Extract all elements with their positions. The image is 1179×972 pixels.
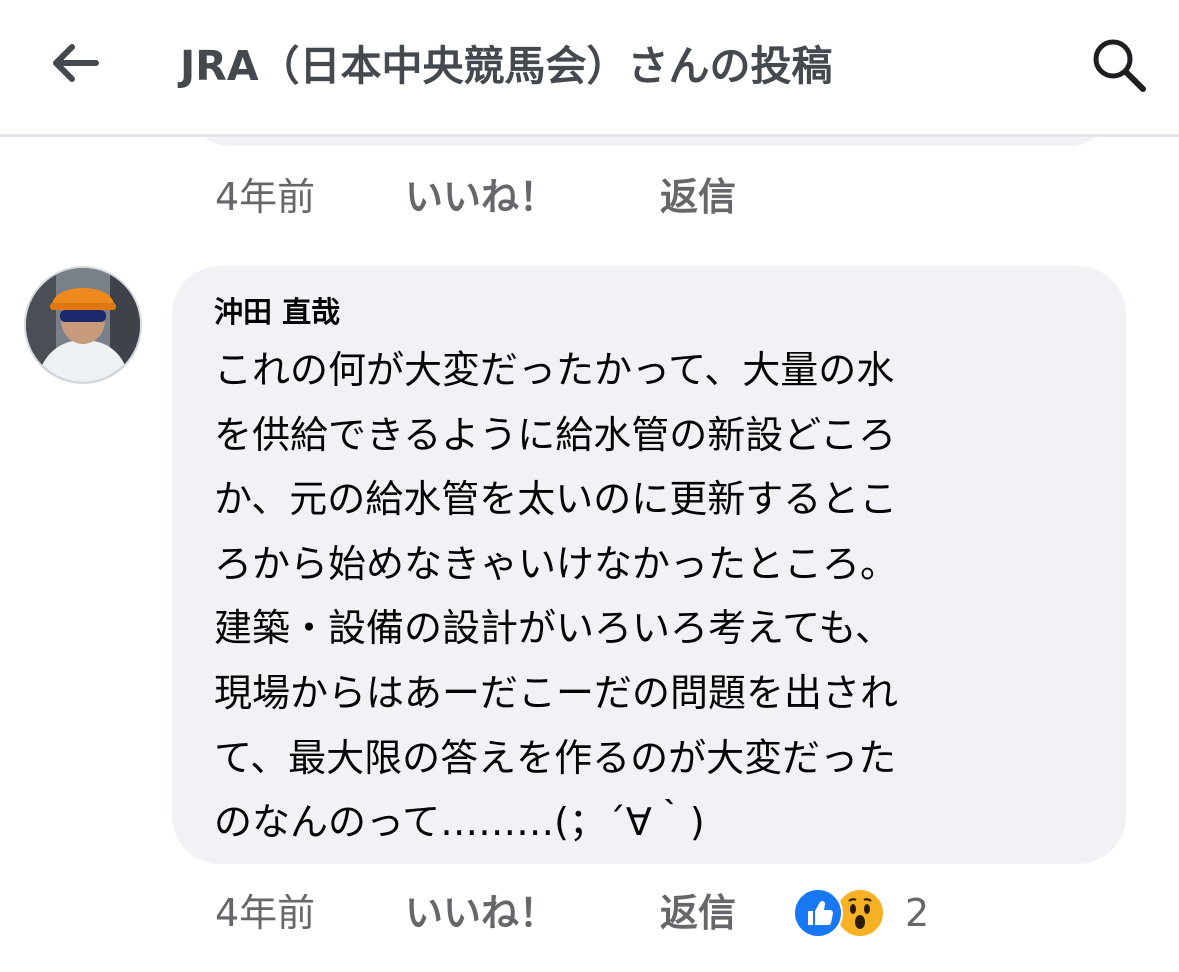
search-icon — [1093, 39, 1146, 92]
comment-line: これの何が大変だったかって、大量の水 — [214, 348, 895, 392]
back-button[interactable] — [44, 38, 104, 88]
comment-text: これの何が大変だったかって、大量の水 を供給できるように給水管の新設どころ か、… — [214, 338, 1074, 855]
comment-line: 現場からはあーだこーだの問題を出され — [214, 670, 899, 715]
comment-line: て、最大限の答えを作るのが大変だった — [214, 735, 897, 780]
back-arrow-icon — [53, 44, 99, 82]
reply-button[interactable]: 返信 — [660, 888, 736, 938]
like-button[interactable]: いいね！ — [405, 888, 557, 938]
search-button[interactable] — [1088, 34, 1150, 96]
reply-button[interactable]: 返信 — [660, 172, 736, 222]
comment-line: のなんのって………(；´∀｀) — [214, 800, 705, 845]
like-reaction-icon — [793, 888, 843, 938]
comment-line: を供給できるように給水管の新設どころ — [214, 412, 897, 457]
comment-line: 建築・設備の設計がいろいろ考えても、 — [214, 606, 894, 651]
avatar-photo — [26, 268, 140, 382]
comment-line: か、元の給水管を太いのに更新するとこ — [214, 477, 898, 522]
comment-bubble: 沖田 直哉 これの何が大変だったかって、大量の水 を供給できるように給水管の新設… — [172, 266, 1126, 864]
comment-timestamp: 4年前 — [215, 891, 316, 935]
comment-line: ろから始めなきゃいけなかったところ。 — [214, 541, 899, 586]
reaction-count: 2 — [905, 891, 930, 935]
like-button[interactable]: いいね！ — [405, 172, 557, 222]
top-app-bar: JRA（日本中央競馬会）さんの投稿 — [0, 0, 1179, 137]
page-title: JRA（日本中央競馬会）さんの投稿 — [180, 42, 833, 90]
reactions-summary[interactable]: 2 — [793, 888, 929, 938]
comment-timestamp: 4年前 — [215, 175, 316, 219]
comment-author[interactable]: 沖田 直哉 — [214, 292, 340, 332]
avatar[interactable] — [24, 266, 142, 384]
